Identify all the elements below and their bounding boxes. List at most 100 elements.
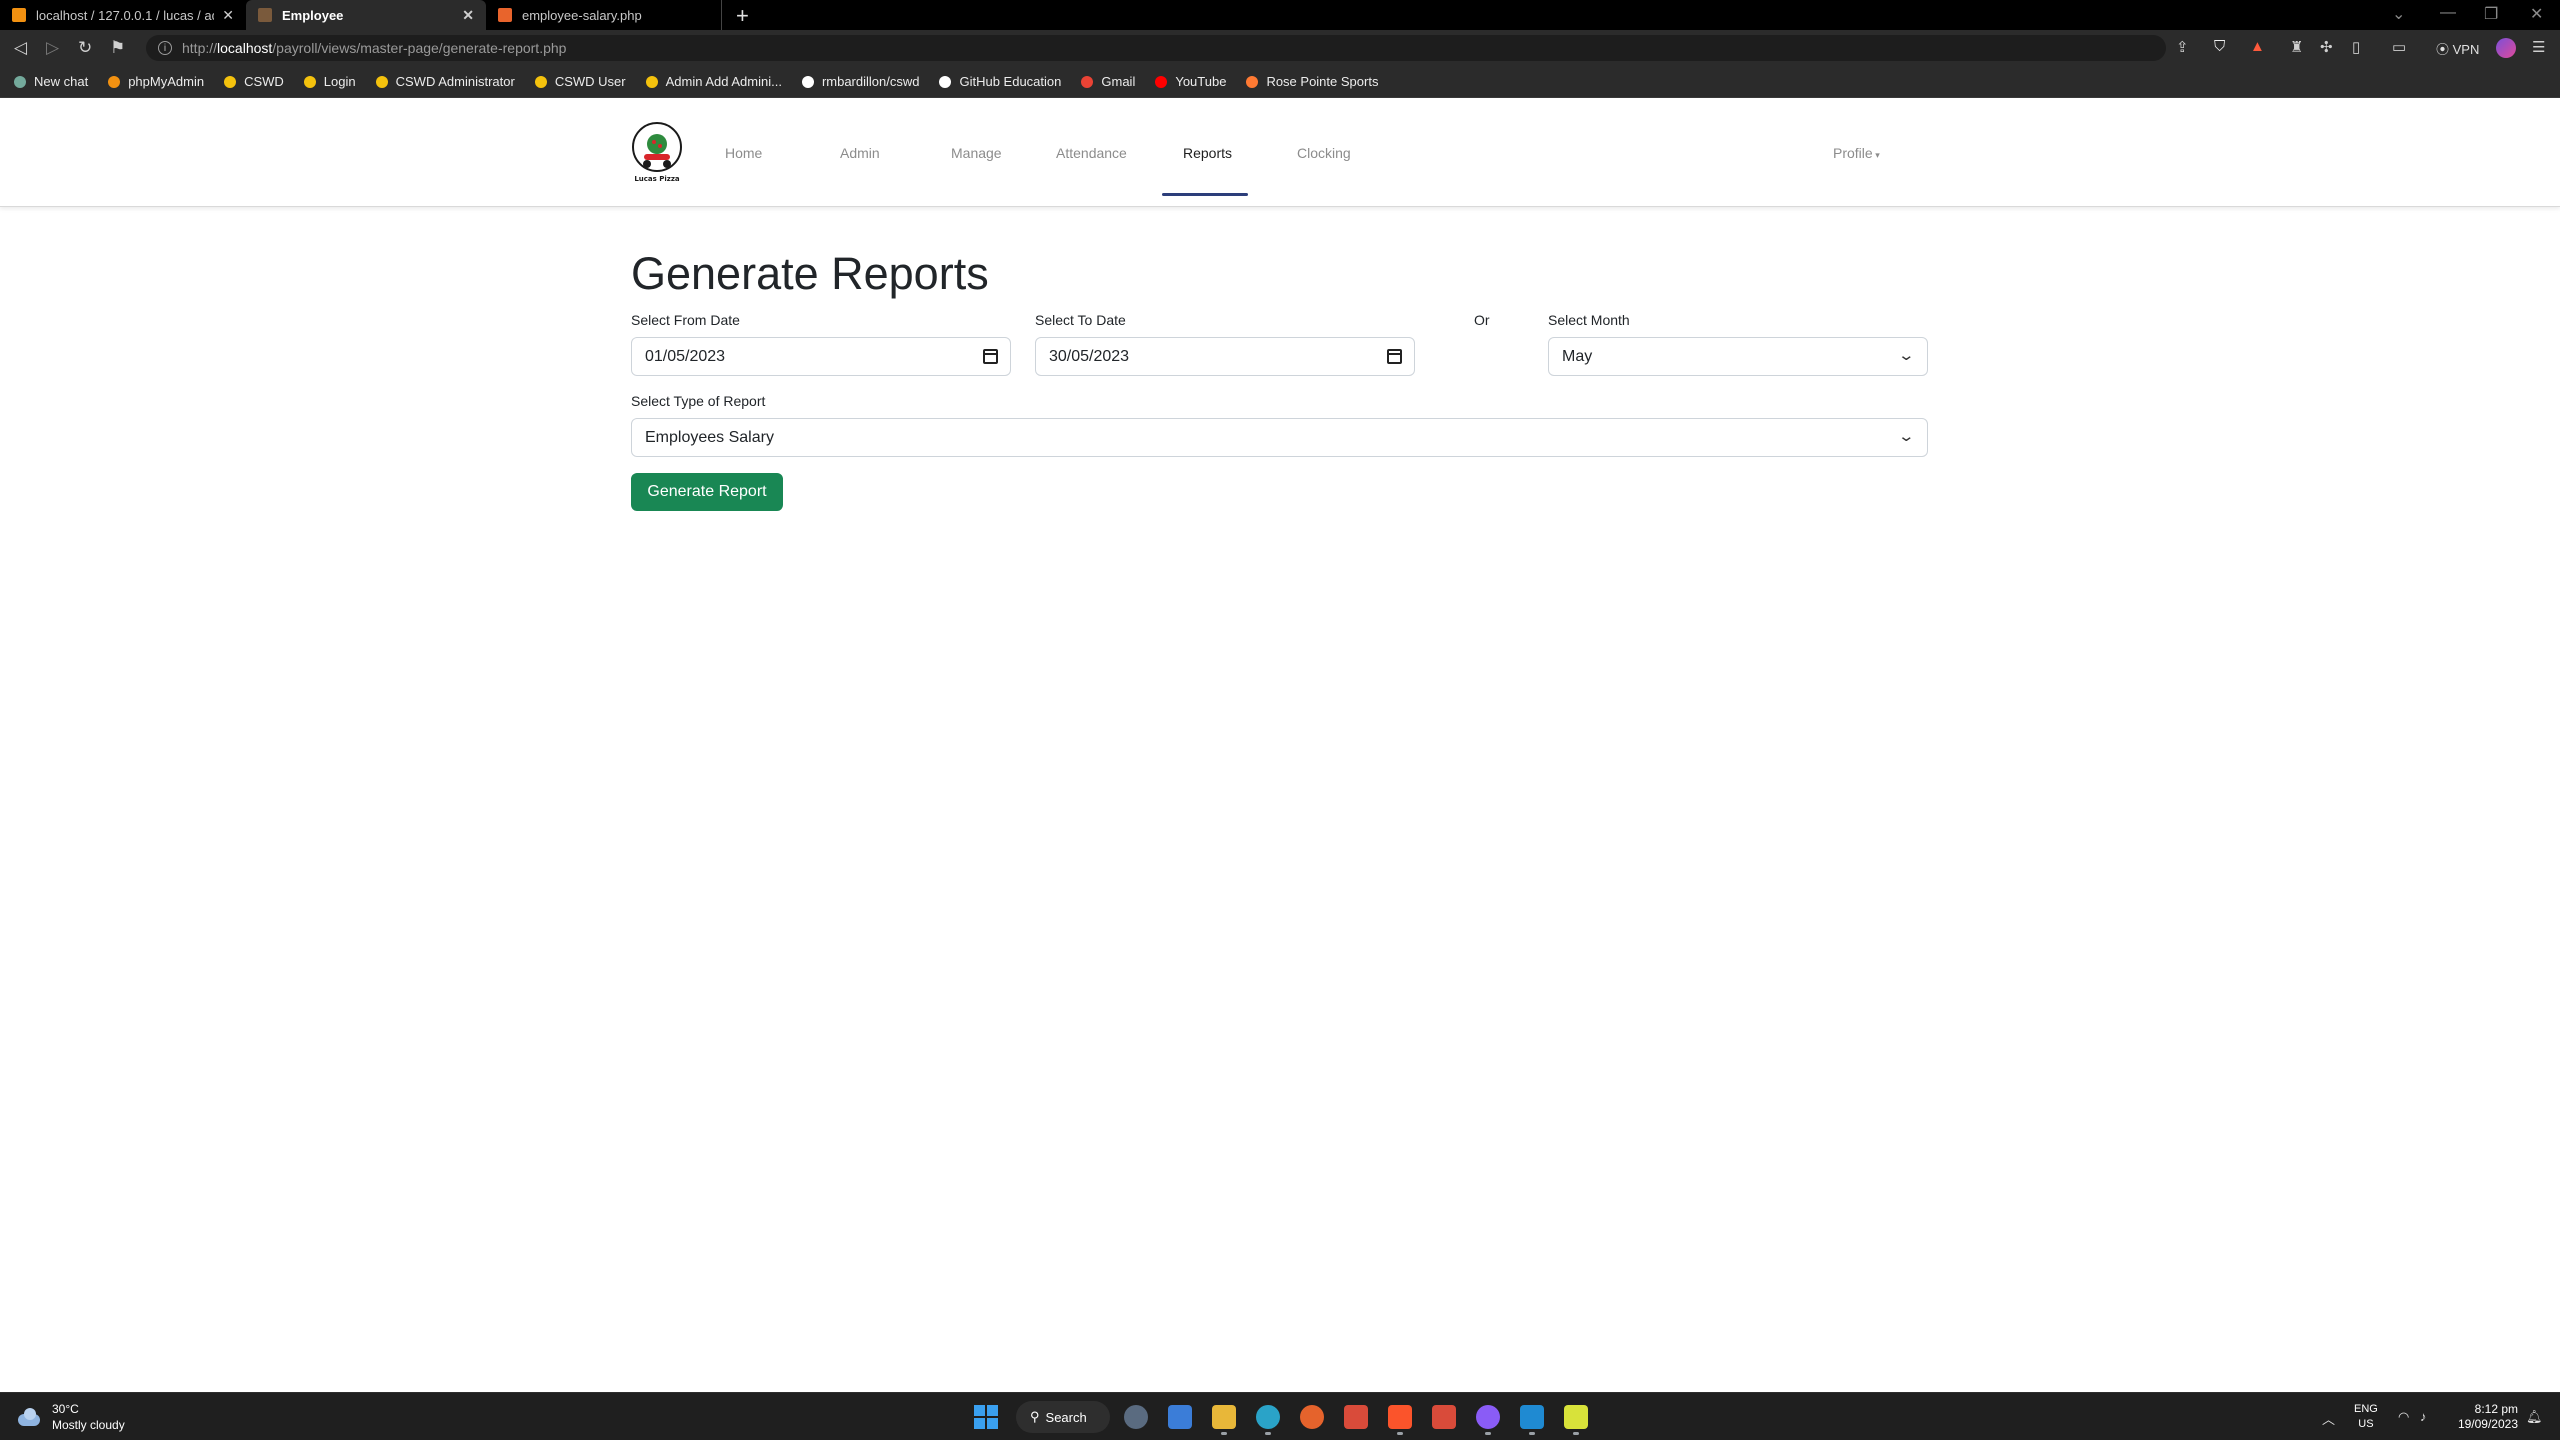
extensions-icon[interactable]: ✣ <box>2320 38 2333 56</box>
minimize-icon[interactable]: — <box>2440 4 2456 22</box>
bookmark-item[interactable]: rmbardillon/cswd <box>801 74 920 89</box>
firefox-icon[interactable] <box>1300 1405 1324 1429</box>
vpn-button[interactable]: ⦿ VPN <box>2436 39 2479 58</box>
tab-employee[interactable]: Employee ✕ <box>246 0 486 30</box>
bookmarks-bar: New chat phpMyAdmin CSWD Login CSWD Administ… <box>0 66 2560 98</box>
bookmark-label: CSWD <box>244 74 284 89</box>
nav-manage[interactable]: Manage <box>951 145 1002 161</box>
nav-admin[interactable]: Admin <box>840 145 880 161</box>
profile-dropdown[interactable]: Profile ▾ <box>1833 145 1880 161</box>
sidebar-icon[interactable]: ▯ <box>2352 38 2360 56</box>
store-icon[interactable] <box>1168 1405 1192 1429</box>
chevron-down-icon: ⌄ <box>1897 347 1916 364</box>
nav-home[interactable]: Home <box>725 145 762 161</box>
bookmark-label: phpMyAdmin <box>128 74 205 89</box>
to-date-label: Select To Date <box>1035 312 1126 328</box>
brave-rewards-icon[interactable]: ▲ <box>2250 38 2265 55</box>
reload-icon[interactable]: ↻ <box>78 38 92 58</box>
address-bar-row: ◁ ▷ ↻ ⚑ i http://localhost/payroll/views… <box>0 30 2560 66</box>
brave-active-icon[interactable] <box>1388 1405 1412 1435</box>
to-date-input[interactable]: 30/05/2023 <box>1035 337 1415 376</box>
bookmark-item[interactable]: CSWD User <box>534 74 626 89</box>
bookmark-item[interactable]: New chat <box>14 74 88 89</box>
report-type-select[interactable]: Employees Salary ⌄ <box>631 418 1928 457</box>
bookmark-item[interactable]: Login <box>303 74 356 89</box>
bookmark-favicon-icon <box>645 75 658 88</box>
bookmark-favicon-icon <box>1081 75 1094 88</box>
url-prefix: http:// <box>182 40 218 56</box>
profile-label: Profile <box>1833 145 1873 161</box>
volume-icon[interactable]: ♪ <box>2420 1409 2427 1424</box>
back-icon[interactable]: ◁ <box>14 38 27 58</box>
notifications-icon[interactable]: 🔔︎ <box>2526 1409 2543 1425</box>
lang-bottom: US <box>2358 1418 2374 1430</box>
brave-shield-icon[interactable]: ⛉ <box>2214 38 2225 55</box>
chevron-down-icon: ⌄ <box>1897 428 1916 445</box>
forward-icon[interactable]: ▷ <box>46 38 59 58</box>
bookmark-label: GitHub Education <box>959 74 1062 89</box>
close-tab-icon[interactable]: ✕ <box>222 7 234 24</box>
show-hidden-icons[interactable]: ︿ <box>2322 1409 2335 1428</box>
wallet-card-icon[interactable]: ▭ <box>2392 38 2406 56</box>
messenger-icon[interactable] <box>1476 1405 1500 1435</box>
new-tab-icon[interactable]: + <box>736 3 749 29</box>
system-clock[interactable]: 8:12 pm 19/09/2023 <box>2448 1402 2518 1432</box>
bookmark-favicon-icon <box>224 75 237 88</box>
site-navbar: Lucas Pizza Home Admin Manage Attendance… <box>0 98 2560 207</box>
close-tab-icon[interactable]: ✕ <box>462 7 474 24</box>
brave-icon[interactable] <box>1344 1405 1368 1429</box>
tab-phpmyadmin[interactable]: localhost / 127.0.0.1 / lucas / adm ✕ <box>0 0 246 30</box>
bookmark-item[interactable]: phpMyAdmin <box>108 74 204 89</box>
calendar-icon[interactable] <box>1387 349 1402 364</box>
taskbar-search[interactable]: ⚲ Search <box>1016 1401 1110 1433</box>
edge-icon[interactable] <box>1256 1405 1280 1435</box>
bookmark-item[interactable]: YouTube <box>1155 74 1226 89</box>
brave-beta-icon[interactable] <box>1432 1405 1456 1429</box>
bookmark-label: rmbardillon/cswd <box>821 74 920 89</box>
bookmark-item[interactable]: CSWD Administrator <box>375 74 515 89</box>
month-value: May <box>1562 347 1593 365</box>
maximize-icon[interactable]: ❐ <box>2484 4 2498 24</box>
nav-reports[interactable]: Reports <box>1183 145 1232 161</box>
bookmark-favicon-icon <box>14 75 26 88</box>
bookmark-label: YouTube <box>1175 74 1227 89</box>
share-icon[interactable]: ⇪ <box>2176 38 2189 56</box>
month-select[interactable]: May ⌄ <box>1548 337 1928 376</box>
bookmark-item[interactable]: Rose Pointe Sports <box>1246 74 1378 89</box>
url-input[interactable]: i http://localhost/payroll/views/master-… <box>146 35 2166 61</box>
bookmark-label: Gmail <box>1101 74 1136 89</box>
generate-report-button[interactable]: Generate Report <box>631 473 783 511</box>
url-host: localhost <box>217 40 273 56</box>
windows-start-icon[interactable] <box>974 1405 998 1429</box>
nav-clocking[interactable]: Clocking <box>1297 145 1351 161</box>
browser-profile-avatar[interactable] <box>2496 38 2516 58</box>
calendar-icon[interactable] <box>983 349 998 364</box>
from-date-input[interactable]: 01/05/2023 <box>631 337 1011 376</box>
tab-search-icon[interactable]: ⌄ <box>2392 4 2405 24</box>
lucas-pizza-logo[interactable]: Lucas Pizza <box>630 118 684 184</box>
wallet-icon[interactable]: ♜ <box>2290 38 2303 56</box>
bookmark-label: CSWD User <box>554 74 626 89</box>
from-date-value: 01/05/2023 <box>645 347 726 365</box>
bookmark-favicon-icon <box>534 75 547 88</box>
site-info-icon[interactable]: i <box>158 41 172 55</box>
bookmark-icon[interactable]: ⚑ <box>110 38 125 58</box>
close-window-icon[interactable]: ✕ <box>2530 4 2543 24</box>
settings-icon[interactable] <box>1124 1405 1148 1429</box>
vscode-icon[interactable] <box>1520 1405 1544 1435</box>
weather-widget[interactable]: 30°C Mostly cloudy <box>16 1401 125 1433</box>
logo-text: Lucas Pizza <box>634 175 680 183</box>
pycharm-icon[interactable] <box>1564 1405 1588 1435</box>
nav-attendance[interactable]: Attendance <box>1056 145 1127 161</box>
bookmark-item[interactable]: GitHub Education <box>939 74 1061 89</box>
bookmark-favicon-icon <box>939 75 952 88</box>
bookmark-item[interactable]: Admin Add Admini... <box>645 74 782 89</box>
wifi-icon[interactable]: ◠ <box>2398 1409 2409 1425</box>
bookmark-item[interactable]: Gmail <box>1081 74 1135 89</box>
cloud-icon <box>16 1408 42 1426</box>
bookmark-item[interactable]: CSWD <box>224 74 284 89</box>
language-indicator[interactable]: ENG US <box>2354 1402 2378 1432</box>
file-explorer-icon[interactable] <box>1212 1405 1236 1435</box>
tab-employee-salary[interactable]: employee-salary.php <box>486 0 722 30</box>
menu-icon[interactable]: ☰ <box>2532 38 2545 56</box>
